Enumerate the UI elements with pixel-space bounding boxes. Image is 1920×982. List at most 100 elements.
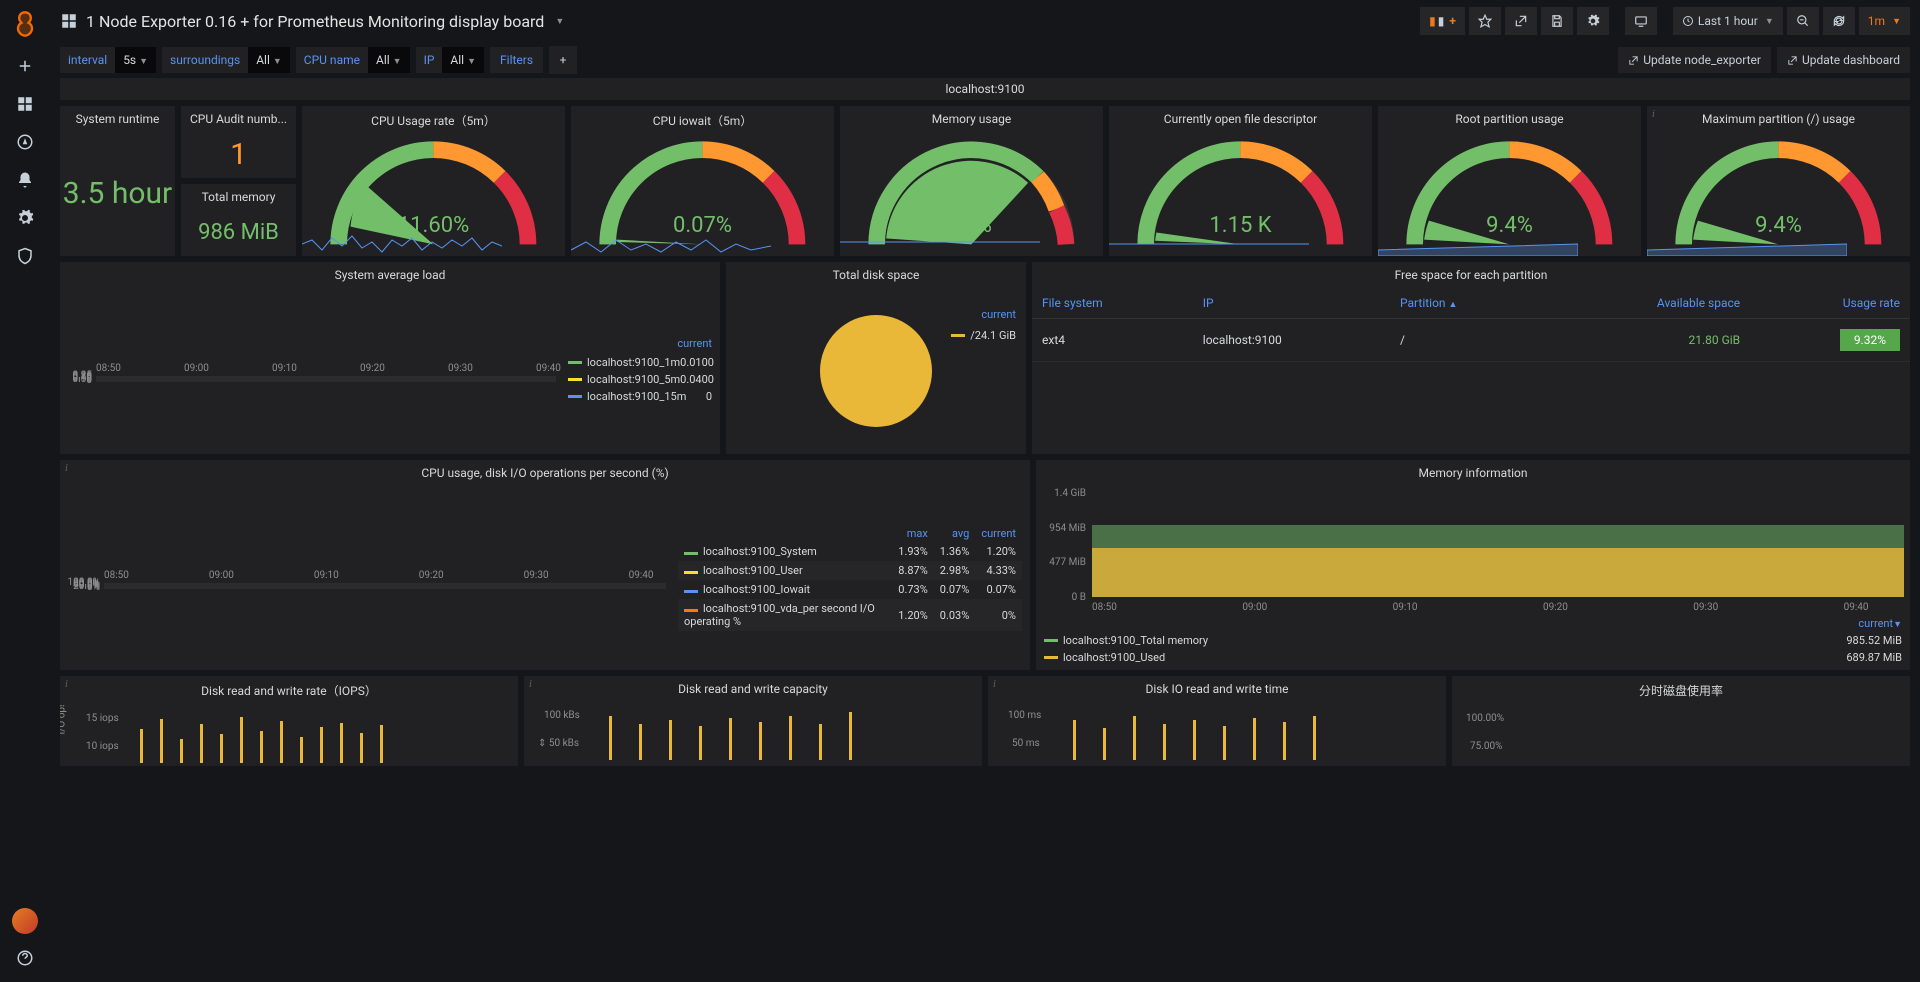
table-header[interactable]: Available space <box>1544 288 1750 319</box>
sidebar <box>0 0 50 982</box>
sparkline <box>571 232 771 256</box>
table-header[interactable]: Usage rate <box>1750 288 1910 319</box>
panel-title: Currently open file descriptor <box>1109 106 1372 132</box>
table-header[interactable]: Partition ▲ <box>1390 288 1544 319</box>
filter-surroundings[interactable]: surroundingsAll▼ <box>162 47 290 73</box>
panel-title: Root partition usage <box>1378 106 1641 132</box>
line-chart: 00.050.100.150.200.2508:5009:0009:1009:2… <box>60 368 560 374</box>
chart-legend: current▼ localhost:9100_Total memory985.… <box>1036 613 1910 670</box>
refresh-button[interactable] <box>1823 7 1855 35</box>
row-header[interactable]: localhost:9100 <box>60 78 1910 100</box>
plus-icon[interactable] <box>15 56 35 76</box>
save-button[interactable] <box>1541 7 1573 35</box>
chart-legend: current /24.1 GiB <box>951 308 1016 344</box>
dashboard-title[interactable]: 1 Node Exporter 0.16 + for Prometheus Mo… <box>86 12 544 31</box>
panel-avg-load[interactable]: System average load 00.050.100.150.200.2… <box>60 262 720 454</box>
panel-title: Maximum partition (/) usage <box>1647 106 1910 132</box>
dashboard-grid-icon[interactable] <box>60 12 78 30</box>
panel-title: Free space for each partition <box>1032 262 1910 288</box>
panel-disk-io-time[interactable]: i Disk IO read and write time 100 ms 50 … <box>988 676 1446 766</box>
info-icon: i <box>993 679 996 690</box>
add-panel-button[interactable]: ▮▮+ <box>1420 7 1465 35</box>
panel-title: System average load <box>60 262 720 288</box>
shield-icon[interactable] <box>15 246 35 266</box>
panel-title: Total disk space <box>726 262 1026 288</box>
sparkline <box>1378 232 1578 256</box>
share-button[interactable] <box>1505 7 1537 35</box>
panel-title: 分时磁盘使用率 <box>1452 676 1910 705</box>
panel-title: System runtime <box>60 106 175 132</box>
info-icon: i <box>65 679 68 690</box>
panel-title: CPU Usage rate（5m） <box>302 106 565 135</box>
dashboard-icon[interactable] <box>15 94 35 114</box>
panel-title: CPU usage, disk I/O operations per secon… <box>60 460 1030 486</box>
stat-value: 1 <box>230 140 247 170</box>
sparkline <box>302 232 502 256</box>
gear-icon[interactable] <box>15 208 35 228</box>
star-button[interactable] <box>1469 7 1501 35</box>
info-icon: i <box>65 463 68 474</box>
chevron-down-icon[interactable]: ▼ <box>555 16 564 27</box>
chart-legend: current localhost:9100_1m0.0100localhost… <box>560 331 720 411</box>
panel-total-disk[interactable]: Total disk space current /24.1 GiB <box>726 262 1026 454</box>
panel-open-fd[interactable]: Currently open file descriptor 1.15 K <box>1109 106 1372 256</box>
add-filter-button[interactable]: + <box>549 46 577 74</box>
panel-title: CPU Audit numb... <box>181 106 296 132</box>
filter-ip[interactable]: IPAll▼ <box>416 47 484 73</box>
zoom-out-button[interactable] <box>1787 7 1819 35</box>
explore-icon[interactable] <box>15 132 35 152</box>
panel-disk-iops[interactable]: i Disk read and write rate（IOPS） I/O ops… <box>60 676 518 766</box>
sparkline <box>1647 232 1847 256</box>
pie-chart <box>816 311 936 431</box>
info-icon: i <box>529 679 532 690</box>
panel-memory-info[interactable]: Memory information 0 B477 MiB954 MiB1.4 … <box>1036 460 1910 670</box>
panel-system-runtime[interactable]: System runtime 3.5 hour <box>60 106 175 256</box>
bar-chart <box>130 709 410 763</box>
chart-legend: maxavgcurrentlocalhost:9100_System1.93%1… <box>670 519 1030 637</box>
user-avatar-icon[interactable] <box>12 908 38 934</box>
refresh-interval-button[interactable]: 1m▼ <box>1859 7 1910 35</box>
panel-title: CPU iowait（5m） <box>571 106 834 135</box>
table-row[interactable]: ext4 localhost:9100 / 21.80 GiB 9.32% <box>1032 319 1910 362</box>
bell-icon[interactable] <box>15 170 35 190</box>
filter-bar: interval5s▼ surroundingsAll▼ CPU nameAll… <box>50 42 1920 78</box>
topbar: 1 Node Exporter 0.16 + for Prometheus Mo… <box>50 0 1920 42</box>
help-icon[interactable] <box>15 948 35 968</box>
panel-memory-usage[interactable]: Memory usage 70% <box>840 106 1103 256</box>
info-icon: i <box>1652 109 1655 120</box>
panel-cpu-iowait[interactable]: CPU iowait（5m） 0.07% <box>571 106 834 256</box>
panel-title: Total memory <box>181 184 296 210</box>
panel-title: Memory usage <box>840 106 1103 132</box>
panel-title: Memory information <box>1036 460 1910 486</box>
sparkline <box>1109 232 1309 256</box>
filters-button[interactable]: Filters <box>490 47 543 73</box>
panel-disk-capacity[interactable]: i Disk read and write capacity 100 kBs ⇕… <box>524 676 982 766</box>
settings-button[interactable] <box>1577 7 1609 35</box>
update-dashboard-link[interactable]: Update dashboard <box>1777 47 1910 73</box>
table-header[interactable]: File system <box>1032 288 1193 319</box>
panel-cpu-disk-io[interactable]: i CPU usage, disk I/O operations per sec… <box>60 460 1030 670</box>
panel-title: Disk read and write capacity <box>524 676 982 702</box>
panel-total-memory[interactable]: Total memory 986 MiB <box>181 184 296 256</box>
cycle-view-button[interactable] <box>1625 7 1657 35</box>
partition-table: File system IP Partition ▲ Available spa… <box>1032 288 1910 362</box>
time-range-button[interactable]: Last 1 hour▼ <box>1673 7 1783 35</box>
line-chart: 0%20.0%40.0%60.0%80.0%100.0%08:5009:0009… <box>60 575 670 581</box>
sparkline <box>840 232 1040 256</box>
filter-interval[interactable]: interval5s▼ <box>60 47 156 73</box>
grafana-logo-icon[interactable] <box>11 10 39 38</box>
panel-free-space[interactable]: Free space for each partition File syste… <box>1032 262 1910 454</box>
stat-value: 3.5 hour <box>63 179 172 209</box>
panel-root-partition[interactable]: Root partition usage 9.4% <box>1378 106 1641 256</box>
stat-value: 986 MiB <box>198 222 279 244</box>
panel-disk-usage-cn[interactable]: 分时磁盘使用率 100.00% 75.00% <box>1452 676 1910 766</box>
panel-cpu-usage[interactable]: CPU Usage rate（5m） 11.60% <box>302 106 565 256</box>
panel-max-partition[interactable]: i Maximum partition (/) usage 9.4% <box>1647 106 1910 256</box>
update-node-exporter-link[interactable]: Update node_exporter <box>1618 47 1771 73</box>
panel-title: Disk read and write rate（IOPS） <box>60 676 518 705</box>
panel-title: Disk IO read and write time <box>988 676 1446 702</box>
table-header[interactable]: IP <box>1193 288 1390 319</box>
bar-chart <box>594 706 874 760</box>
filter-cpu-name[interactable]: CPU nameAll▼ <box>296 47 410 73</box>
panel-cpu-audit[interactable]: CPU Audit numb... 1 <box>181 106 296 178</box>
